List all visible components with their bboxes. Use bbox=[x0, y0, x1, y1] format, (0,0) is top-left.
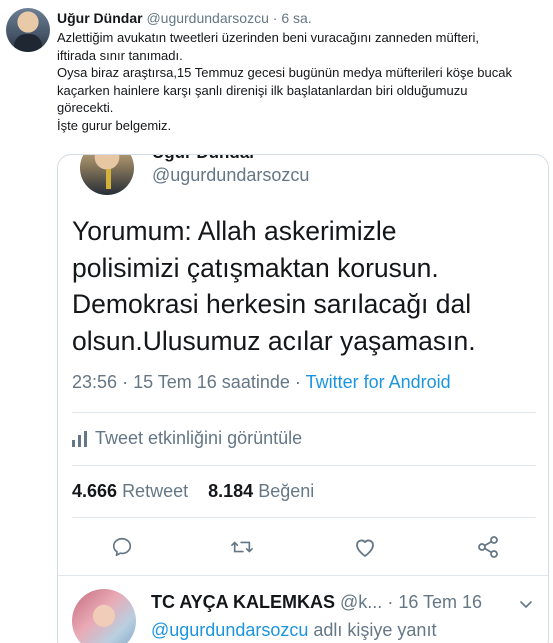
tweet-text-line: görecekti. bbox=[57, 100, 114, 115]
divider bbox=[72, 412, 536, 413]
chevron-down-icon bbox=[518, 596, 534, 612]
reply-author-name: TC AYÇA KALEMKAS bbox=[151, 592, 336, 612]
reply-to-line: @ugurdundarsozcu adlı kişiye yanıt bbox=[151, 620, 436, 641]
reply-mention: @ugurdundarsozcu bbox=[151, 620, 309, 640]
author-handle[interactable]: @ugurdundarsozcu bbox=[146, 10, 268, 26]
quoted-tweet-meta: 23:56 · 15 Tem 16 saatinde · Twitter for… bbox=[72, 372, 451, 393]
retweet-label: Retweet bbox=[122, 481, 189, 501]
tweet-header: Uğur Dündar @ugurdundarsozcu · 6 sa. bbox=[57, 9, 312, 27]
author-avatar[interactable] bbox=[6, 8, 50, 52]
quoted-tweet-screenshot[interactable]: Uğur Dündar @ugurdundarsozcu Yorumum: Al… bbox=[57, 154, 549, 643]
quoted-text-line: olsun.Ulusumuz acılar yaşamasın. bbox=[72, 325, 476, 356]
reply-date: 16 Tem 16 bbox=[398, 592, 483, 612]
meta-separator: · bbox=[294, 372, 301, 392]
quoted-stats: 4.666 Retweet 8.184 Beğeni bbox=[72, 481, 314, 502]
reply-author-avatar bbox=[72, 589, 136, 643]
reply-author-handle: @k... bbox=[340, 592, 383, 612]
divider bbox=[72, 517, 536, 518]
reply-separator: · bbox=[387, 592, 394, 612]
header-separator: · bbox=[272, 10, 278, 26]
quoted-text-line: Demokrasi herkesin sarılacağı dal bbox=[72, 289, 472, 319]
retweet-count: 4.666 bbox=[72, 481, 118, 501]
like-label: Beğeni bbox=[258, 481, 315, 501]
quoted-author-name: Uğur Dündar bbox=[152, 155, 256, 163]
quoted-author-avatar bbox=[80, 155, 134, 195]
tweet-text-line: Azlettiğim avukatın tweetleri üzerinden … bbox=[57, 30, 480, 45]
quoted-text-line: polisimizi çatışmaktan korusun. bbox=[72, 252, 439, 283]
like-count: 8.184 bbox=[208, 481, 254, 501]
tweet-activity-label: Tweet etkinliğini görüntüle bbox=[95, 428, 303, 448]
retweet-icon bbox=[228, 533, 256, 561]
quoted-tweet-text: Yorumum: Allah askerimizle polisimizi ça… bbox=[72, 213, 542, 359]
tweet-text: Azlettiğim avukatın tweetleri üzerinden … bbox=[57, 29, 537, 134]
tweet-text-line: kaçarken hainlere karşı şanlı direnişi i… bbox=[57, 82, 468, 98]
tweet-time[interactable]: 6 sa. bbox=[281, 10, 311, 26]
quoted-text-line: Yorumum: Allah askerimizle bbox=[72, 216, 397, 246]
quoted-reply: TC AYÇA KALEMKAS @k... · 16 Tem 16 @ugur… bbox=[58, 575, 548, 643]
tweet-text-line: İşte gurur belgemiz. bbox=[57, 117, 172, 133]
reply-header: TC AYÇA KALEMKAS @k... · 16 Tem 16 bbox=[151, 592, 482, 613]
tweet-text-line: Oysa biraz araştırsa,15 Temmuz gecesi bu… bbox=[57, 65, 512, 80]
quoted-action-bar bbox=[58, 533, 548, 563]
tweet-text-line: iftirada sınır tanımadı. bbox=[57, 47, 183, 63]
reply-to-label: adlı kişiye yanıt bbox=[313, 620, 437, 640]
quoted-date: 15 Tem 16 saatinde bbox=[133, 372, 290, 392]
tweet: Uğur Dündar @ugurdundarsozcu · 6 sa. Azl… bbox=[0, 0, 553, 643]
quoted-source: Twitter for Android bbox=[305, 372, 451, 392]
share-icon bbox=[474, 533, 502, 561]
quoted-time: 23:56 bbox=[72, 372, 118, 392]
author-name[interactable]: Uğur Dündar bbox=[57, 10, 143, 26]
quoted-author-handle: @ugurdundarsozcu bbox=[152, 165, 310, 185]
heart-icon bbox=[351, 533, 379, 561]
tweet-activity-link: Tweet etkinliğini görüntüle bbox=[72, 428, 302, 449]
meta-separator: · bbox=[122, 372, 129, 392]
bar-chart-icon bbox=[72, 430, 87, 447]
divider bbox=[72, 465, 536, 466]
reply-icon bbox=[108, 533, 136, 561]
